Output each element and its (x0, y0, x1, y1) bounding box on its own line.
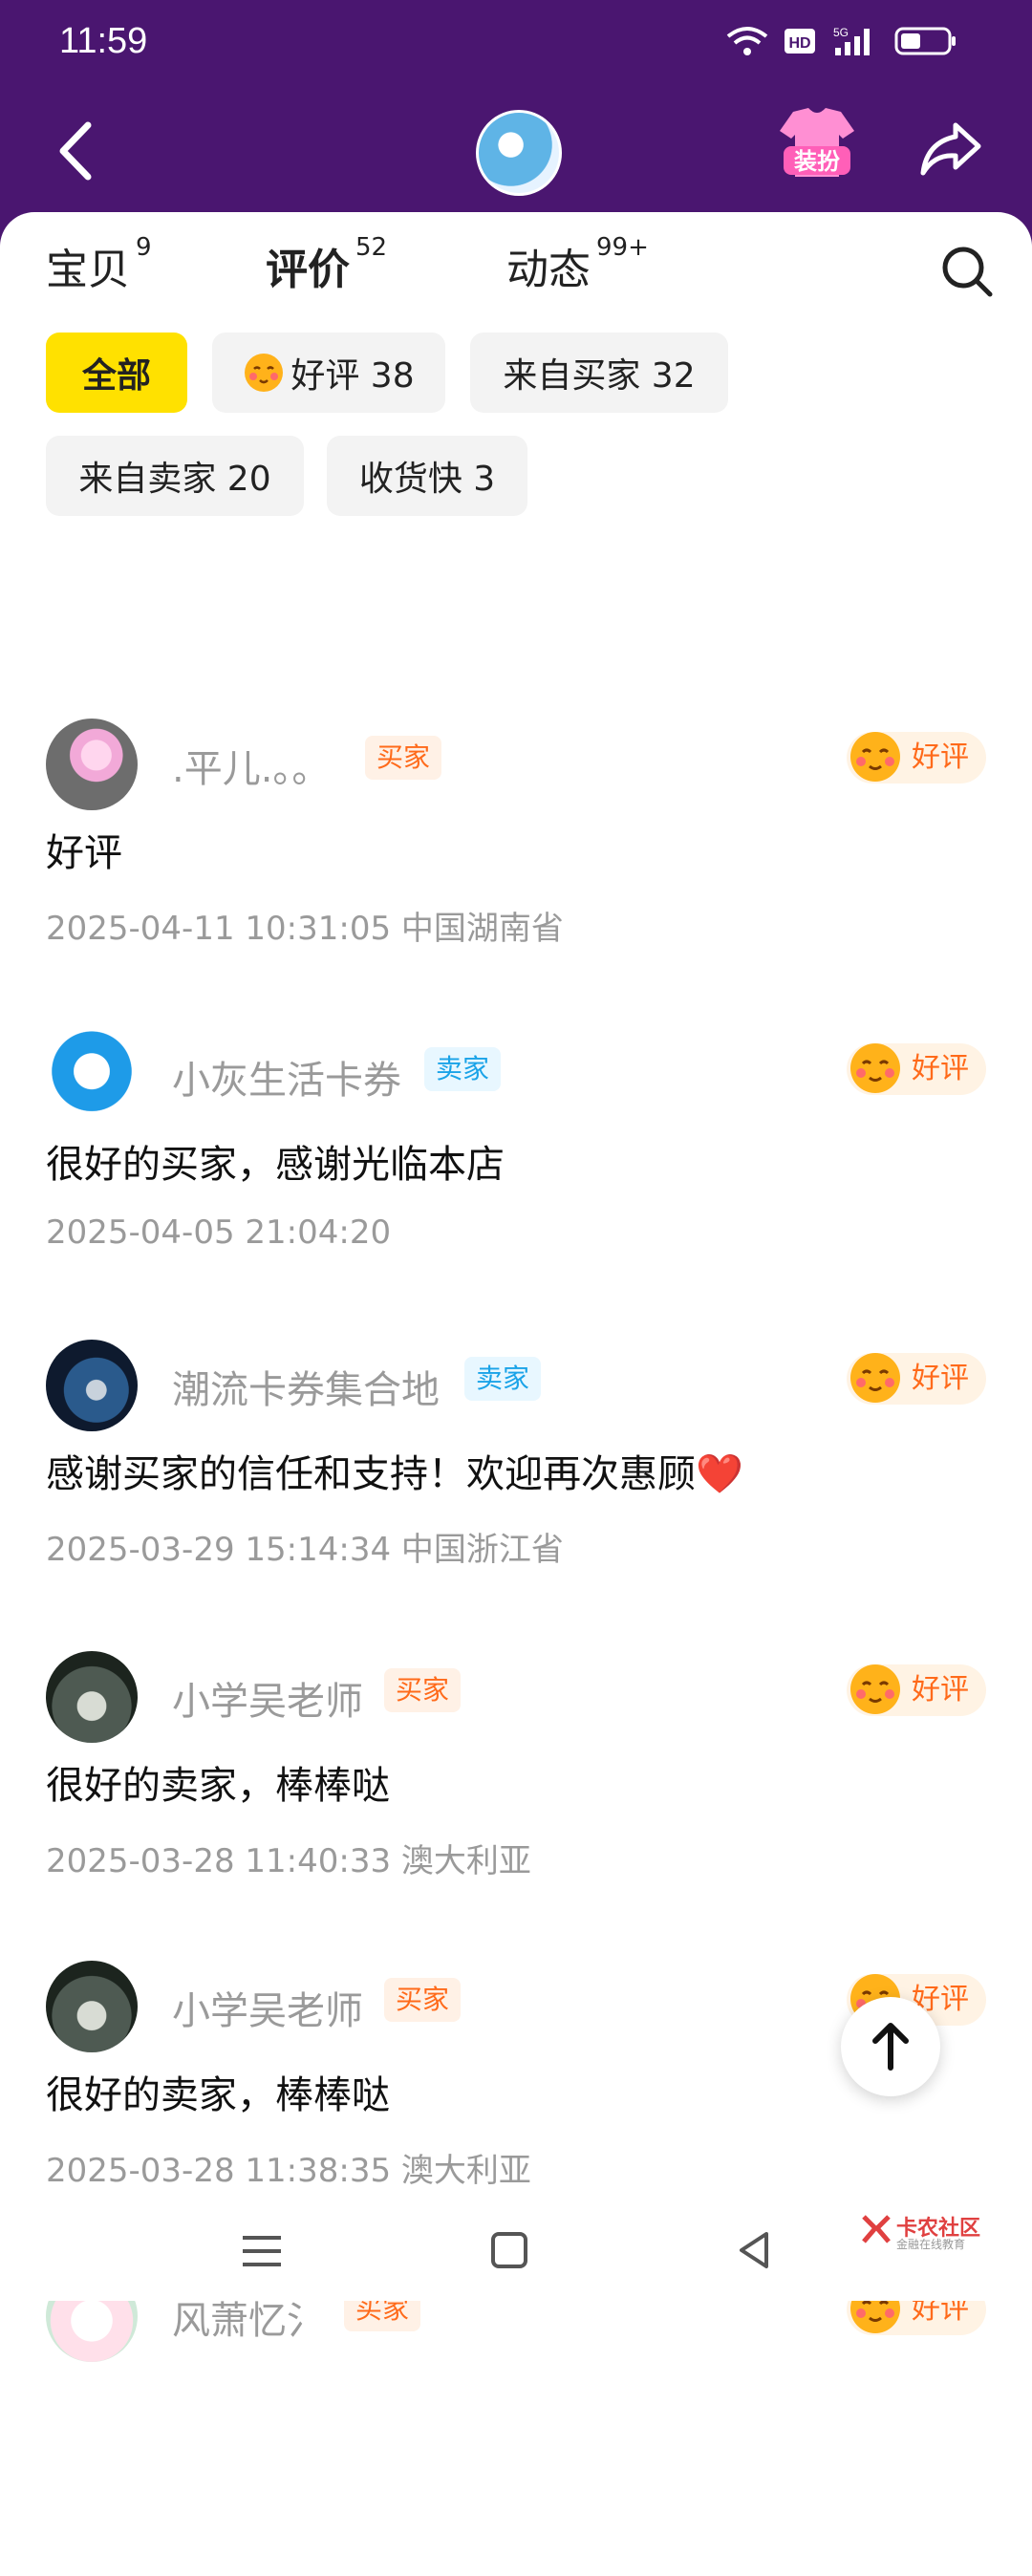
content-panel: 宝贝 9 评价 52 动态 99+ 全部 好评 38 来自买家 32 来自卖家 20 … (0, 212, 1032, 2362)
avatar[interactable] (46, 1961, 138, 2052)
rating-badge: 好评 (847, 1353, 986, 1405)
svg-text:HD: HD (788, 35, 810, 52)
smile-face-icon (850, 1664, 900, 1714)
arrow-up-icon (872, 2023, 909, 2071)
role-badge: 卖家 (464, 1357, 542, 1401)
role-badge: 买家 (384, 1978, 462, 2022)
rating-badge: 好评 (847, 1664, 986, 1716)
review-meta: 2025-04-05 21:04:20 (46, 1213, 392, 1252)
avatar[interactable] (46, 1030, 138, 1122)
review-meta: 2025-03-29 15:14:34 中国浙江省 (46, 1531, 564, 1569)
review-username[interactable]: 小灰生活卡券 (172, 1049, 401, 1105)
status-time: 11:59 (59, 21, 148, 61)
review-username[interactable]: 小学吴老师 (172, 1980, 363, 2035)
review-item: 潮流卡券集合地 卖家 好评 感谢买家的信任和支持！欢迎再次惠顾❤️ 2025-0… (0, 1340, 1032, 1645)
hd-icon: HD (785, 29, 815, 54)
tab-items[interactable]: 宝贝 9 (46, 233, 152, 296)
avatar[interactable] (46, 719, 138, 810)
top-nav: 装扮 (0, 91, 1032, 210)
review-meta: 2025-03-28 11:38:35 澳大利亚 (46, 2152, 531, 2190)
back-icon[interactable] (50, 119, 107, 182)
rating-badge: 好评 (847, 1043, 986, 1095)
filter-from-buyer[interactable]: 来自买家 32 (470, 333, 728, 413)
review-meta: 2025-03-28 11:40:33 澳大利亚 (46, 1842, 531, 1880)
smile-face-icon (245, 354, 284, 392)
scroll-to-top-button[interactable] (841, 1997, 940, 2096)
battery-icon (894, 27, 956, 55)
filter-from-seller[interactable]: 来自卖家 20 (46, 436, 304, 516)
review-content: 感谢买家的信任和支持！欢迎再次惠顾❤️ (46, 1452, 743, 1496)
review-item: .平儿.。。 买家 好评 好评 2025-04-11 10:31:05 中国湖南… (0, 719, 1032, 1024)
search-icon[interactable] (940, 245, 994, 298)
role-badge: 卖家 (424, 1047, 502, 1091)
home-icon[interactable] (489, 2230, 529, 2270)
share-icon[interactable] (919, 119, 982, 179)
role-badge: 买家 (384, 1668, 462, 1712)
back-nav-icon[interactable] (734, 2230, 774, 2270)
review-content: 好评 (46, 831, 122, 875)
avatar[interactable] (46, 1651, 138, 1743)
dress-up-icon[interactable]: 装扮 (776, 104, 858, 184)
smile-face-icon (850, 732, 900, 782)
review-username[interactable]: .平儿.。。 (172, 738, 330, 793)
review-meta: 2025-04-11 10:31:05 中国湖南省 (46, 910, 564, 948)
dress-up-label: 装扮 (794, 148, 840, 175)
5g-signal-icon: 5G (833, 26, 870, 55)
smile-face-icon (850, 1043, 900, 1093)
review-item: 小灰生活卡券 卖家 好评 很好的买家，感谢光临本店 2025-04-05 21:… (0, 1030, 1032, 1336)
role-badge: 买家 (365, 736, 442, 780)
svg-text:5G: 5G (833, 26, 849, 39)
smile-face-icon (850, 1353, 900, 1403)
watermark-subtext: 金融在线教育 (896, 2238, 966, 2251)
review-item: 小学吴老师 买家 好评 很好的卖家，棒棒哒 2025-03-28 11:40:3… (0, 1651, 1032, 1957)
review-content: 很好的卖家，棒棒哒 (46, 1764, 390, 1808)
filter-positive[interactable]: 好评 38 (212, 333, 445, 413)
watermark-logo-icon (862, 2215, 891, 2243)
status-bar: 11:59 HD 5G (0, 0, 1032, 91)
shop-avatar[interactable] (476, 110, 562, 196)
rating-badge: 好评 (847, 732, 986, 784)
wifi-icon (726, 27, 768, 55)
review-username[interactable]: 小学吴老师 (172, 1670, 363, 1726)
avatar[interactable] (46, 1340, 138, 1431)
menu-icon[interactable] (239, 2232, 285, 2270)
filter-fast-delivery[interactable]: 收货快 3 (327, 436, 527, 516)
review-item: 风萧忆氵 买家 好评 (0, 2270, 1032, 2576)
filter-all[interactable]: 全部 (46, 333, 187, 413)
review-content: 很好的买家，感谢光临本店 (46, 1143, 505, 1187)
tab-bar: 宝贝 9 评价 52 动态 99+ (0, 212, 1032, 317)
review-content: 很好的卖家，棒棒哒 (46, 2073, 390, 2117)
review-username[interactable]: 潮流卡券集合地 (172, 1359, 440, 1414)
tab-activity[interactable]: 动态 99+ (506, 233, 649, 296)
watermark: 卡农社区 金融在线教育 (860, 2213, 984, 2251)
tab-reviews[interactable]: 评价 52 (266, 233, 387, 296)
